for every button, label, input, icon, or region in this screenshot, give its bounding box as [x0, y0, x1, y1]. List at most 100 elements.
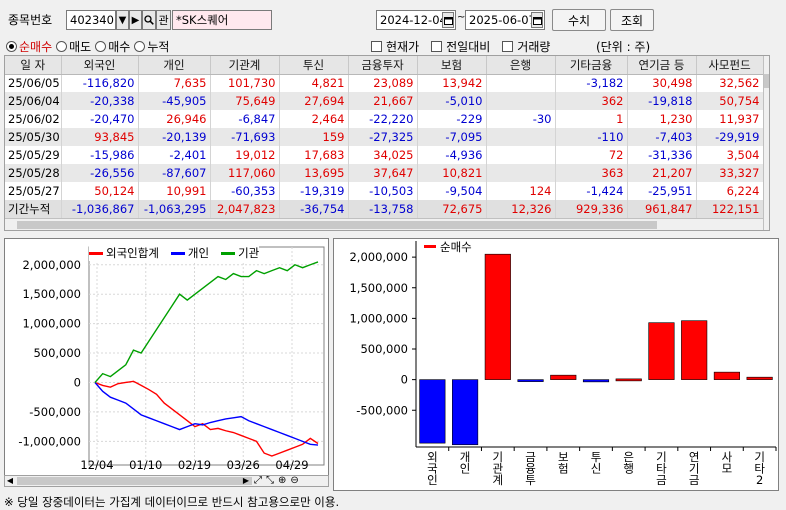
y-tick-label: 1,000,000 [22, 317, 81, 331]
check-current-price[interactable]: 현재가 [371, 38, 419, 55]
legend-label: 순매수 [440, 240, 472, 254]
investor-table: 일 자 외국인 개인 기관계 투신 금융투자 보험 은행 기타금융 연기금 등 사모펀드 25/06… [4, 55, 770, 231]
bar [550, 374, 577, 380]
column-header[interactable]: 사모펀드 [696, 56, 764, 75]
chart-scroll-thumb[interactable] [17, 477, 252, 485]
table-row[interactable]: 25/05/27 50,124 10,991 -60,353 -19,319 -10,50… [5, 182, 764, 200]
table-cell: -10,503 [348, 182, 418, 200]
summary-row: 기간누적 -1,036,867 -1,063,295 2,047,823 -36,754… [5, 200, 764, 218]
legend-label: 기관 [238, 246, 260, 260]
column-header[interactable]: 투신 [279, 56, 349, 75]
table-row[interactable]: 25/06/04 -20,338 -45,905 75,649 27,694 21,667… [5, 92, 764, 110]
calendar-icon[interactable] [531, 12, 543, 28]
x-category-label: 인 [427, 473, 438, 487]
table-cell: 17,683 [279, 146, 349, 164]
net-buy-bar-chart: 2,000,000 1,500,000 1,000,000 500,000 0 -500,… [333, 238, 779, 491]
table-row[interactable]: 25/05/28 -26,556 -87,607 117,060 13,695 37,64… [5, 164, 764, 182]
table-cell: -30 [486, 110, 556, 128]
table-cell: -5,010 [417, 92, 487, 110]
table-cell: -20,470 [61, 110, 139, 128]
magnifier-icon[interactable] [142, 10, 156, 30]
summary-cell: -13,758 [348, 200, 418, 218]
table-cell: 25/05/27 [5, 182, 62, 200]
query-button[interactable]: 조회 [610, 9, 654, 31]
table-cell: 25/05/29 [5, 146, 62, 164]
calendar-icon[interactable] [442, 12, 454, 28]
table-row[interactable]: 25/06/05 -116,820 7,635 101,730 4,821 23,089 1… [5, 74, 764, 92]
table-cell: -71,693 [210, 128, 280, 146]
summary-cell: -1,063,295 [138, 200, 211, 218]
h-scrollbar-thumb[interactable] [17, 221, 657, 229]
legend-item: 외국인합계 [89, 245, 159, 261]
zoom-in-icon[interactable]: ⊕ [278, 475, 286, 486]
table-cell: 30,498 [627, 74, 697, 92]
column-header[interactable]: 은행 [486, 56, 556, 75]
column-header[interactable]: 연기금 등 [627, 56, 697, 75]
scroll-left-icon[interactable]: ◀ [5, 476, 15, 486]
x-category-label: 모 [722, 462, 733, 476]
legend-item: 기관 [221, 245, 259, 261]
table-row[interactable]: 25/06/02 -20,470 26,946 -6,847 2,464 -22,220-… [5, 110, 764, 128]
table-cell: 124 [486, 182, 556, 200]
column-header[interactable]: 개인 [138, 56, 211, 75]
table-cell: 101,730 [210, 74, 280, 92]
y-tick-label: 500,000 [360, 342, 408, 356]
column-header[interactable]: 기관계 [210, 56, 280, 75]
table-cell: -60,353 [210, 182, 280, 200]
checkbox [371, 41, 382, 52]
table-cell: 25/05/28 [5, 164, 62, 182]
table-cell: -25,951 [627, 182, 697, 200]
table-cell: 21,667 [348, 92, 418, 110]
table-header: 일 자 외국인 개인 기관계 투신 금융투자 보험 은행 기타금융 연기금 등 사모펀드 [5, 56, 764, 75]
radio-circle [6, 41, 17, 52]
related-button[interactable]: 관 [156, 10, 171, 30]
summary-cell: 122,151 [696, 200, 764, 218]
shrink-icon[interactable]: ⤡ [266, 475, 274, 486]
radio-cumulative[interactable]: 누적 [134, 38, 169, 55]
column-header[interactable]: 금융투자 [348, 56, 418, 75]
table-cell: 25/06/02 [5, 110, 62, 128]
code-label: 종목번호 [8, 13, 53, 27]
radio-label: 누적 [147, 40, 170, 54]
value-button[interactable]: 수치 [552, 9, 606, 31]
bar [452, 379, 479, 446]
stock-code-input[interactable]: 402340 [66, 10, 116, 30]
y-tick-label: 1,500,000 [349, 281, 408, 295]
scrollbar-thumb[interactable] [764, 74, 769, 88]
table-cell: 11,937 [696, 110, 764, 128]
column-header[interactable]: 보험 [417, 56, 487, 75]
legend-item: 개인 [170, 245, 209, 261]
footer-note: ※ 당일 장중데이터는 가집계 데이터이므로 반드시 참고용으로만 이용. [4, 495, 340, 509]
table-cell: 25/06/04 [5, 92, 62, 110]
bar [615, 378, 642, 382]
column-header[interactable]: 기타금융 [555, 56, 628, 75]
radio-label: 매수 [108, 40, 131, 54]
table-row[interactable]: 25/05/29 -15,986 -2,401 19,012 17,683 34,025-… [5, 146, 764, 164]
radio-circle [56, 41, 68, 52]
table-cell: 33,327 [696, 164, 764, 182]
table-cell: -110 [555, 128, 628, 146]
unit-label: (단위 : 주) [596, 40, 651, 54]
check-prev-diff[interactable]: 전일대비 [431, 38, 490, 55]
radio-sell[interactable]: 매도 [56, 38, 91, 55]
next-arrow-icon[interactable]: ▶ [129, 10, 142, 30]
check-volume[interactable]: 거래량 [502, 38, 550, 55]
expand-icon[interactable]: ⤢ [254, 475, 262, 486]
table-cell: 26,946 [138, 110, 211, 128]
zoom-out-icon[interactable]: ⊖ [290, 475, 298, 486]
bar [517, 379, 544, 382]
dropdown-arrow-icon[interactable]: ▼ [116, 10, 129, 30]
radio-buy[interactable]: 매수 [95, 38, 130, 55]
legend-swatch [89, 251, 103, 255]
column-header[interactable]: 외국인 [61, 56, 139, 75]
summary-cell: 12,326 [486, 200, 556, 218]
table-cell: -20,338 [61, 92, 139, 110]
table-cell: -7,403 [627, 128, 697, 146]
bar [484, 253, 511, 380]
scroll-right-icon[interactable]: ▶ [241, 476, 251, 486]
table-row[interactable]: 25/05/30 93,845 -20,139 -71,693 159 -27,325 -7… [5, 128, 764, 146]
column-header[interactable]: 일 자 [5, 56, 62, 75]
radio-circle [134, 41, 146, 52]
summary-cell: -36,754 [279, 200, 349, 218]
radio-net-buy[interactable]: 순매수 [6, 38, 52, 55]
